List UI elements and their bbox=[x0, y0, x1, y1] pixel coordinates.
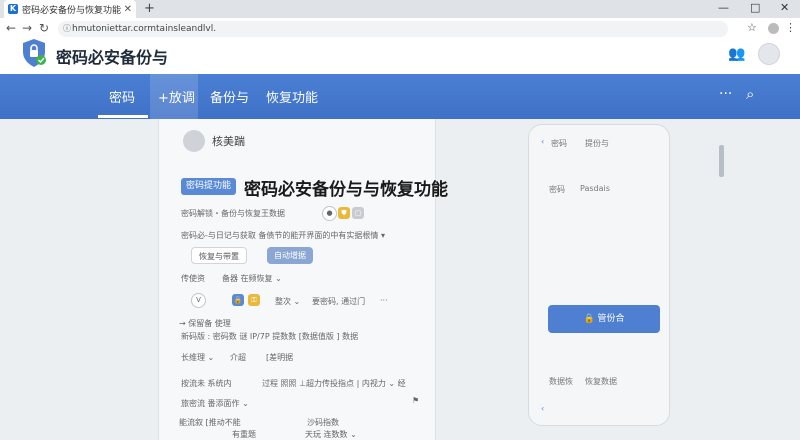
row-process: 按流未 系统内 bbox=[181, 379, 232, 388]
minimize-button[interactable]: — bbox=[718, 1, 729, 14]
url-text: hmutoniettar.cormtainsleandlvl. bbox=[72, 24, 217, 34]
phone-header-title: 密码 bbox=[551, 139, 567, 148]
info-chip-icon: ▢ bbox=[352, 207, 364, 219]
row-value[interactable]: 备器 在频恢复 ⌄ bbox=[222, 273, 282, 284]
phone-back-icon[interactable]: ‹ bbox=[541, 137, 544, 146]
row-section: → 保留备 使理 bbox=[179, 319, 231, 328]
forward-icon[interactable]: → bbox=[22, 21, 32, 35]
author-avatar bbox=[183, 130, 205, 152]
nav-item-password[interactable]: 密码 bbox=[109, 87, 135, 106]
address-bar-row: ← → ↻ ⓘ hmutoniettar.cormtainsleandlvl. … bbox=[0, 18, 800, 41]
restore-settings-button[interactable]: 恢复与带置 bbox=[191, 247, 247, 264]
menu-icon[interactable]: ⋮ bbox=[785, 21, 796, 34]
category-badge[interactable]: 密码提功能 bbox=[181, 178, 237, 195]
nav-item-settings[interactable]: +放调 bbox=[158, 87, 195, 106]
browser-tab[interactable]: K 密码必安备份与恢复功能 ✕ bbox=[4, 0, 136, 18]
search-icon[interactable]: ⌕ bbox=[746, 85, 754, 103]
row-repeat-value[interactable]: 天玩 连数数 ⌄ bbox=[305, 429, 357, 440]
close-window-button[interactable]: ✕ bbox=[780, 1, 789, 14]
row-label: 传使资 bbox=[181, 274, 205, 283]
row-flow[interactable]: 旅密流 番添面作 ⌄ bbox=[181, 398, 249, 409]
phone-header-sub: 提份与 bbox=[585, 139, 609, 148]
nav-item-backup[interactable]: 备份与 bbox=[210, 87, 249, 106]
verify-icon[interactable]: V bbox=[191, 293, 206, 308]
site-info-icon[interactable]: ⓘ bbox=[63, 21, 71, 37]
row-description: 密码必-与日记与获取 备债节的能开界面的中有实据根情 ▾ bbox=[181, 231, 385, 240]
row-details: 新码版 : 密码数 谜 IP/7P 提数数 [数据值版 ] 数据 bbox=[181, 332, 359, 341]
flag-icon[interactable]: ⚑ bbox=[412, 396, 419, 405]
row-process-detail[interactable]: 过程 照照 ⊥超力传投指点 | 内视力 ⌄ 经 bbox=[262, 378, 406, 389]
scrollbar[interactable] bbox=[719, 145, 724, 177]
auto-backup-button[interactable]: 自动增据 bbox=[267, 247, 313, 264]
phone-footer-a: 数据恢 bbox=[549, 377, 573, 386]
row-hint: 要密码, 通过门 bbox=[312, 297, 366, 306]
row-option-b: 介超 bbox=[230, 353, 246, 362]
avatar[interactable] bbox=[758, 43, 780, 65]
row-repeat: 有重题 bbox=[232, 430, 256, 439]
row-count[interactable]: 整次 ⌄ bbox=[275, 296, 300, 307]
new-tab-button[interactable]: + bbox=[144, 1, 155, 16]
row-summary: 密码解锁・备份与恢复王数据 bbox=[181, 209, 285, 218]
row-more-icon[interactable]: ··· bbox=[380, 296, 388, 305]
user-group-icon[interactable]: 👥 bbox=[728, 46, 745, 62]
shield-check-icon bbox=[23, 39, 46, 67]
phone-nav-back-icon[interactable]: ‹ bbox=[541, 404, 544, 413]
phone-field-hint: Pasdais bbox=[580, 184, 610, 193]
article-title: 密码必安备份与与恢复功能 bbox=[244, 180, 448, 200]
site-header: 密码必安备份与 👥 bbox=[0, 39, 800, 74]
site-title: 密码必安备份与 bbox=[56, 48, 169, 67]
back-icon[interactable]: ← bbox=[6, 21, 16, 35]
reload-icon[interactable]: ↻ bbox=[39, 21, 49, 35]
tab-title: 密码必安备份与恢复功能 bbox=[22, 5, 122, 16]
nav-item-restore[interactable]: 恢复功能 bbox=[266, 87, 318, 106]
status-icon: ● bbox=[322, 206, 337, 221]
row-ability: 能流叙 [推动不能 bbox=[179, 418, 241, 427]
phone-backup-button[interactable]: 🔒 管份合 bbox=[548, 305, 660, 333]
row-ability-value: 沙码指数 bbox=[307, 418, 339, 427]
maximize-button[interactable]: □ bbox=[750, 1, 760, 14]
url-field[interactable]: ⓘ hmutoniettar.cormtainsleandlvl. bbox=[58, 21, 728, 37]
star-icon[interactable]: ☆ bbox=[747, 21, 757, 34]
browser-tabstrip: K 密码必安备份与恢复功能 ✕ + — □ ✕ bbox=[0, 0, 800, 19]
phone-field-label: 密码 bbox=[549, 185, 565, 194]
shield-badge-icon: ⛊ bbox=[338, 207, 350, 219]
tab-close-button[interactable]: ✕ bbox=[124, 4, 132, 15]
key-icon: ⚿ bbox=[248, 294, 260, 306]
lock-icon: 🔒 bbox=[232, 294, 244, 306]
row-option-c: [差明据 bbox=[266, 353, 294, 362]
phone-footer-b: 恢复数据 bbox=[585, 377, 617, 386]
main-nav: 密码 +放调 备份与 恢复功能 ··· ⌕ bbox=[0, 74, 800, 119]
more-horizontal-icon[interactable]: ··· bbox=[719, 86, 732, 102]
author-name: 核美踹 bbox=[212, 135, 245, 148]
row-option[interactable]: 长维理 ⌄ bbox=[181, 352, 214, 363]
nav-active-indicator bbox=[98, 115, 148, 118]
favicon-icon: K bbox=[8, 4, 18, 14]
profile-icon[interactable] bbox=[768, 23, 779, 34]
